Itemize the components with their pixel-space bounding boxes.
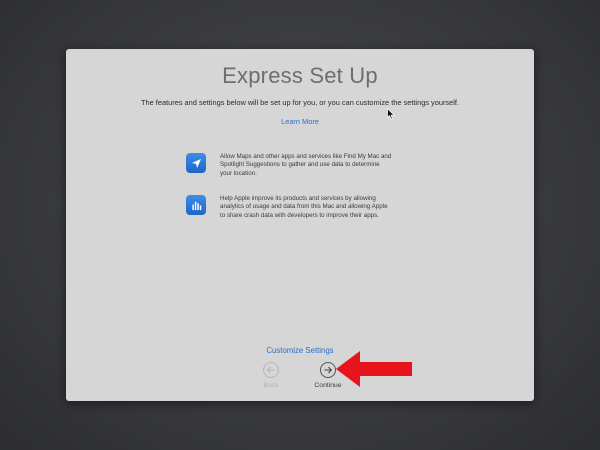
feature-location-services: Allow Maps and other apps and services l… bbox=[186, 153, 416, 178]
page-title: Express Set Up bbox=[222, 63, 378, 88]
back-button[interactable]: Back bbox=[251, 362, 291, 389]
red-annotation-arrow-icon bbox=[336, 351, 412, 387]
learn-more-link[interactable]: Learn More bbox=[66, 117, 534, 126]
mouse-cursor-icon bbox=[387, 108, 395, 120]
subtitle-text: The features and settings below will be … bbox=[141, 98, 459, 107]
back-label: Back bbox=[263, 382, 279, 389]
setup-window: Express Set Up The features and settings… bbox=[66, 49, 534, 401]
feature-analytics: Help Apple improve its products and serv… bbox=[186, 195, 416, 220]
feature-analytics-description: Help Apple improve its products and serv… bbox=[220, 195, 388, 219]
location-arrow-icon bbox=[186, 153, 206, 173]
feature-location-description: Allow Maps and other apps and services l… bbox=[220, 153, 392, 177]
customize-settings-link[interactable]: Customize Settings bbox=[66, 346, 534, 355]
back-arrow-icon bbox=[263, 362, 279, 378]
analytics-bars-icon bbox=[186, 195, 206, 215]
